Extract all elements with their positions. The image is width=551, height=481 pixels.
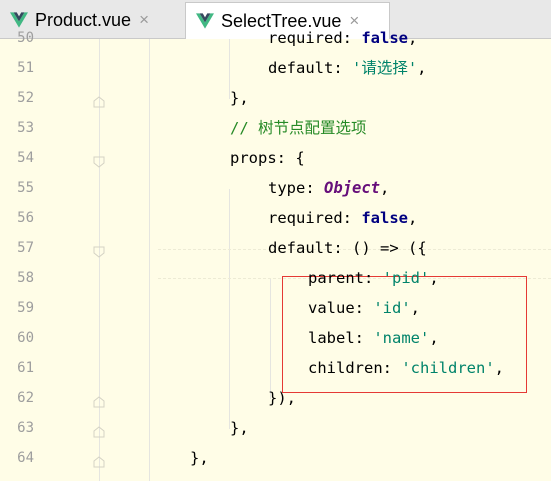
line-number: 59: [17, 300, 34, 316]
code-token: required: [268, 209, 343, 227]
line-number: 52: [17, 90, 34, 106]
code-token: 'pid': [382, 269, 430, 287]
line-number: 56: [17, 210, 34, 226]
code-token: ,: [380, 179, 390, 197]
code-token: '请选择': [352, 59, 418, 77]
line-number: 51: [17, 60, 34, 76]
tab-label: Product.vue: [35, 9, 132, 30]
code-token: parent: [308, 269, 364, 287]
vue-logo-icon: [196, 13, 214, 29]
code-token: // 树节点配置选项: [230, 119, 367, 137]
close-icon[interactable]: ×: [139, 10, 149, 30]
code-token: ,: [417, 59, 427, 77]
indent-guide: [149, 39, 150, 481]
line-number: 50: [17, 30, 34, 46]
line-number-gutter: 50 51 52 53 54 55 56 57 58 59 60 61 62 63 64: [0, 30, 46, 481]
code-token: 'id': [373, 299, 411, 317]
code-token: :: [354, 329, 374, 347]
line-number: 53: [17, 120, 34, 136]
code-token: },: [190, 449, 209, 467]
fold-marker-icon[interactable]: [93, 453, 105, 468]
code-line: children: 'children',: [308, 353, 504, 383]
code-token: },: [230, 419, 249, 437]
code-line: props: {: [230, 143, 305, 173]
code-line: }),: [268, 383, 296, 413]
line-number: 54: [17, 150, 34, 166]
code-token: value: [308, 299, 355, 317]
code-line: label: 'name',: [308, 323, 439, 353]
code-line: default: () => ({: [268, 233, 427, 263]
code-line: value: 'id',: [308, 293, 420, 323]
line-number: 64: [17, 450, 34, 466]
code-line: parent: 'pid',: [308, 263, 439, 293]
code-token: default: [268, 239, 334, 257]
code-token: label: [308, 329, 355, 347]
code-token: ,: [429, 269, 439, 287]
code-line: },: [230, 83, 249, 113]
code-token: : () => ({: [333, 239, 427, 257]
code-token: },: [230, 89, 249, 107]
code-token: default: [268, 59, 334, 77]
indent-guide: [229, 189, 230, 429]
code-token: 'children': [401, 359, 495, 377]
fold-marker-icon[interactable]: [93, 393, 105, 408]
line-number: 61: [17, 360, 34, 376]
code-line: required: false,: [268, 203, 417, 233]
code-line: },: [230, 413, 249, 443]
line-number: 60: [17, 330, 34, 346]
code-token: ,: [410, 299, 421, 317]
fold-marker-icon[interactable]: [93, 93, 105, 108]
code-line: required: false,: [268, 23, 417, 53]
code-token: props: [230, 149, 277, 167]
code-token: :: [364, 269, 383, 287]
fold-marker-icon[interactable]: [93, 423, 105, 438]
code-token: false: [361, 29, 408, 47]
code-token: : {: [276, 149, 305, 167]
code-token: 'name': [373, 329, 430, 347]
code-line: // 树节点配置选项: [230, 113, 367, 143]
line-number: 62: [17, 390, 34, 406]
code-line: default: '请选择',: [268, 53, 427, 83]
fold-marker-icon[interactable]: [93, 243, 105, 258]
fold-marker-icon[interactable]: [93, 153, 105, 168]
code-token: :: [342, 29, 362, 47]
code-line: type: Object,: [268, 173, 389, 203]
code-token: children: [308, 359, 383, 377]
code-token: ,: [408, 209, 418, 227]
code-token: Object: [324, 179, 380, 197]
code-token: :: [333, 59, 352, 77]
code-token: required: [268, 29, 343, 47]
code-token: false: [361, 209, 408, 227]
code-token: }),: [268, 389, 296, 407]
line-number: 55: [17, 180, 34, 196]
code-editor[interactable]: required: false, default: '请选择',},// 树节点配…: [46, 29, 551, 481]
code-token: :: [342, 209, 362, 227]
code-line: },: [190, 443, 209, 473]
code-token: ,: [429, 329, 439, 347]
code-token: :: [382, 359, 402, 377]
line-number: 63: [17, 420, 34, 436]
line-number: 57: [17, 240, 34, 256]
indent-guide: [270, 279, 271, 399]
line-number: 58: [17, 270, 34, 286]
code-token: type: [268, 179, 306, 197]
code-token: :: [354, 299, 374, 317]
code-token: ,: [494, 359, 504, 377]
code-token: :: [305, 179, 324, 197]
code-token: ,: [408, 29, 418, 47]
